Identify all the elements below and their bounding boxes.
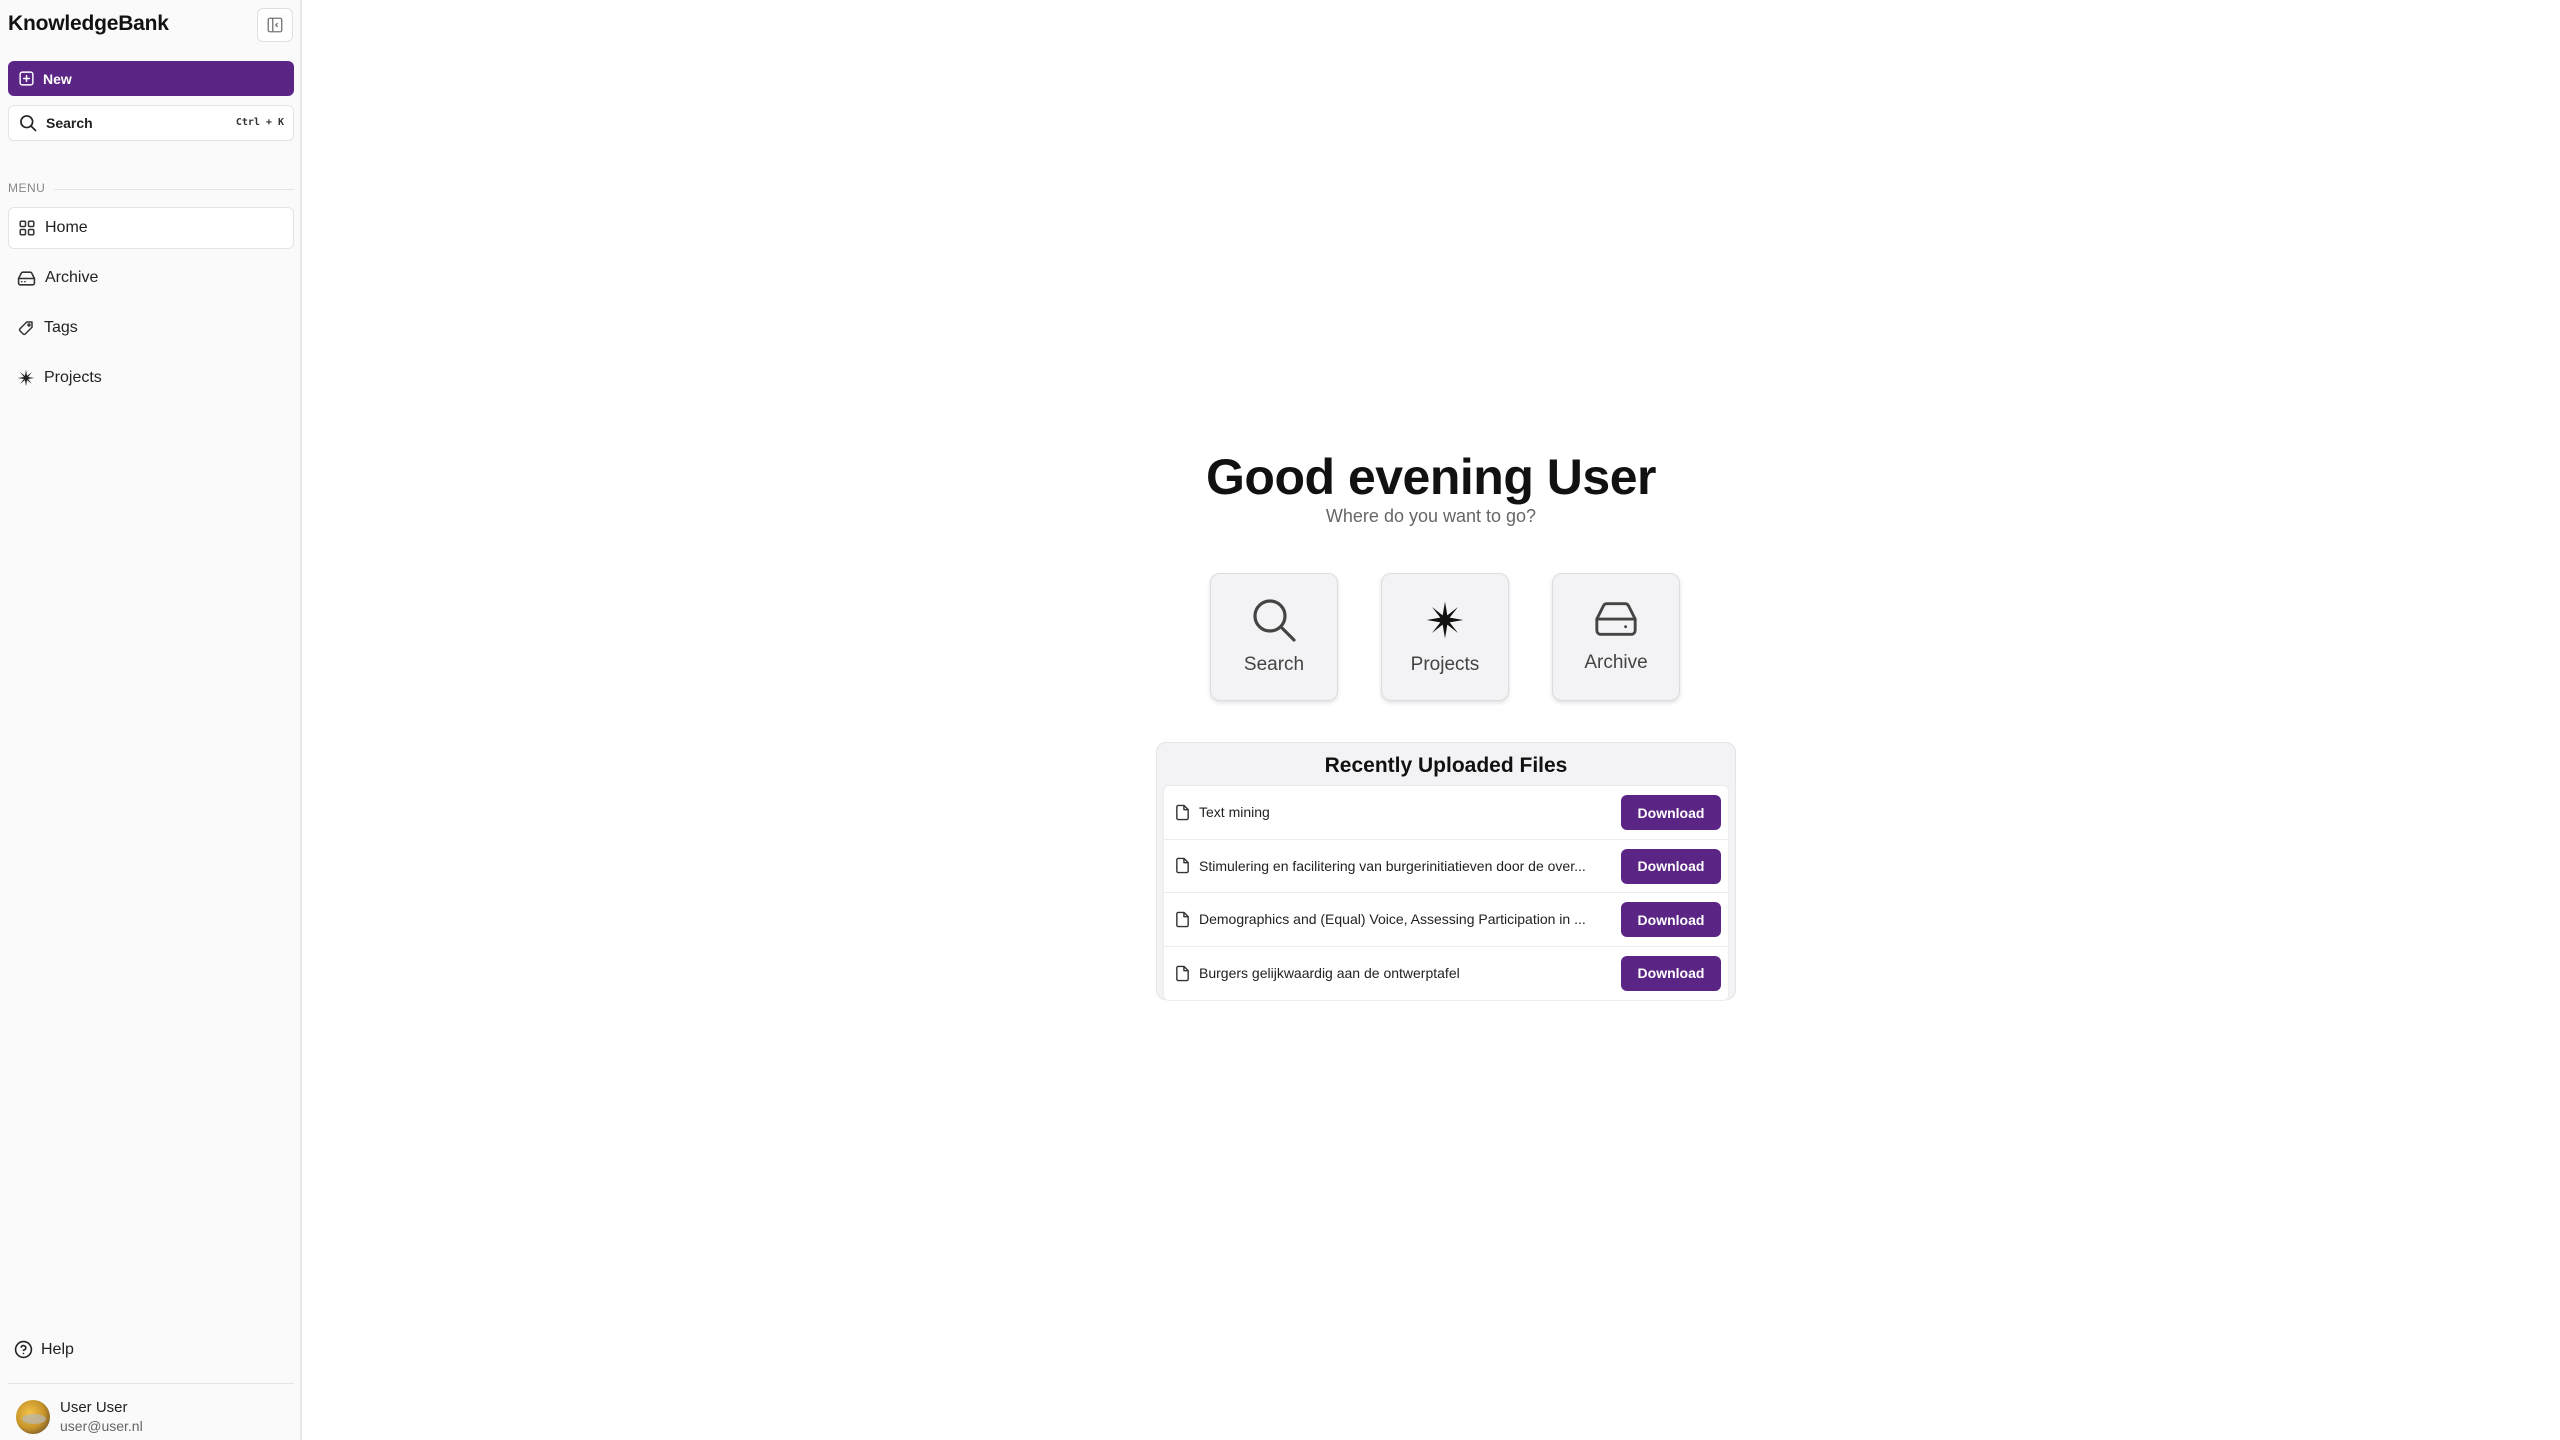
file-icon [1176,857,1189,874]
hard-drive-icon [1595,602,1637,636]
recent-files-list: Text mining Download Stimulering en faci… [1163,785,1729,1001]
sidebar-item-label: Projects [44,369,102,386]
archive-tile[interactable]: Archive [1552,573,1680,701]
user-divider [8,1383,294,1384]
sparkle-icon [17,369,35,387]
user-email: user@user.nl [60,1418,143,1434]
page-title: Good evening User [1206,449,1656,505]
file-name[interactable]: Burgers gelijkwaardig aan de ontwerptafe… [1199,965,1621,981]
sidebar-item-label: Tags [44,319,78,336]
menu-section-label: MENU [8,181,46,195]
hard-drive-icon [17,270,36,286]
download-button[interactable]: Download [1621,955,1721,991]
search-tile[interactable]: Search [1210,573,1338,701]
recent-files-title: Recently Uploaded Files [1324,754,1568,777]
list-item: Text mining Download [1164,786,1728,840]
search-icon [20,115,37,132]
file-name[interactable]: Text mining [1199,804,1621,820]
search-button[interactable]: Search Ctrl + K [8,105,294,141]
help-circle-icon [14,1340,33,1359]
sidebar-item-home[interactable]: Home [8,207,294,249]
tile-label: Archive [1584,652,1648,673]
sidebar-item-projects[interactable]: Projects [8,357,294,399]
menu-divider [54,189,294,190]
download-button[interactable]: Download [1621,902,1721,937]
file-name[interactable]: Stimulering en facilitering van burgerin… [1199,858,1621,874]
list-item: Demographics and (Equal) Voice, Assessin… [1164,893,1728,947]
user-name: User User [60,1399,128,1416]
user-profile[interactable]: User User user@user.nl [16,1398,143,1436]
new-button-label: New [43,70,72,87]
sidebar-item-archive[interactable]: Archive [8,257,294,299]
sidebar-item-tags[interactable]: Tags [8,307,294,349]
list-item: Burgers gelijkwaardig aan de ontwerptafe… [1164,947,1728,1001]
file-icon [1176,965,1189,982]
sparkle-icon [1426,601,1464,639]
sidebar-toggle-button[interactable] [257,8,293,42]
download-button[interactable]: Download [1621,795,1721,830]
recent-files-card: Recently Uploaded Files Text mining Down… [1156,742,1736,1001]
tile-label: Search [1243,654,1305,675]
panel-left-icon [267,17,283,33]
page-subtitle: Where do you want to go? [1325,506,1537,526]
app-title: KnowledgeBank [8,12,169,35]
new-button[interactable]: New [8,61,294,96]
file-icon [1176,911,1189,928]
download-button[interactable]: Download [1621,848,1721,884]
help-label: Help [41,1340,74,1358]
search-shortcut: Ctrl + K [235,117,284,128]
projects-tile[interactable]: Projects [1381,573,1509,701]
list-item: Stimulering en facilitering van burgerin… [1164,840,1728,893]
search-icon [1253,599,1296,642]
sidebar-item-label: Home [45,219,88,236]
grid-icon [19,220,35,236]
sidebar-item-label: Archive [45,269,99,286]
tile-label: Projects [1410,654,1480,675]
search-button-label: Search [46,115,93,131]
sidebar: KnowledgeBank New Search Ctrl + K MENU H… [0,0,302,1440]
tag-icon [18,321,33,336]
avatar [16,1400,50,1434]
file-icon [1176,804,1189,821]
file-name[interactable]: Demographics and (Equal) Voice, Assessin… [1199,911,1621,927]
help-link[interactable]: Help [14,1340,74,1359]
plus-square-icon [19,71,34,86]
